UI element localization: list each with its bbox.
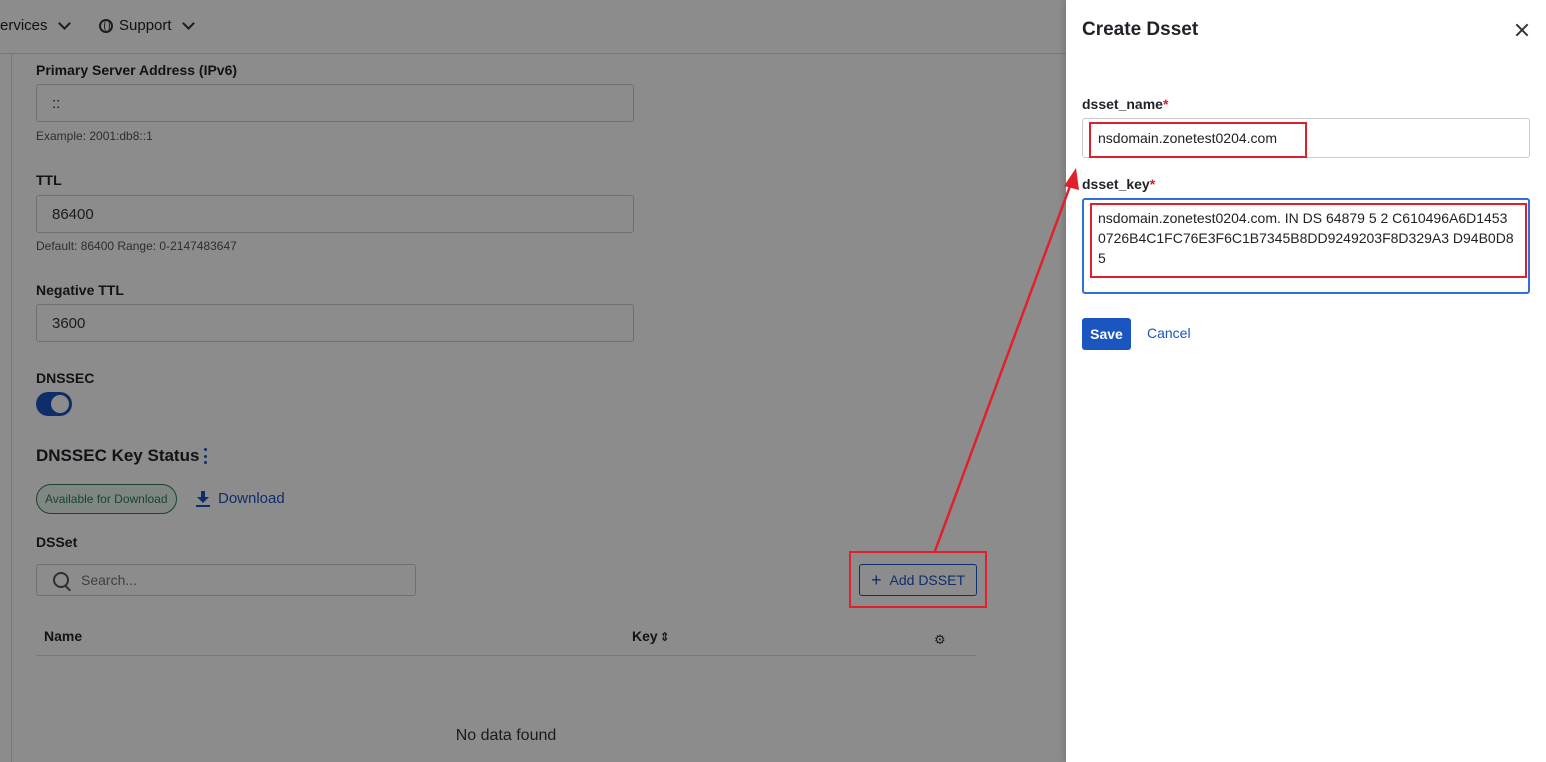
save-button[interactable]: Save [1082,318,1131,350]
dsset-key-textarea[interactable]: nsdomain.zonetest0204.com. IN DS 64879 5… [1082,198,1530,294]
modal-backdrop[interactable] [0,0,1066,762]
drawer-title: Create Dsset [1082,19,1199,40]
create-dsset-drawer: Create Dsset dsset_name* nsdomain.zonete… [1066,0,1546,762]
close-icon[interactable] [1512,20,1532,40]
dsset-name-input[interactable]: nsdomain.zonetest0204.com [1082,118,1530,158]
required-marker: * [1162,96,1169,112]
cancel-button[interactable]: Cancel [1147,325,1191,341]
dsset-key-label: dsset_key* [1082,176,1155,192]
dsset-name-label-text: dsset_name [1082,96,1163,112]
dsset-key-label-text: dsset_key [1082,176,1150,192]
dsset-name-label: dsset_name* [1082,96,1168,112]
required-marker: * [1149,176,1156,192]
